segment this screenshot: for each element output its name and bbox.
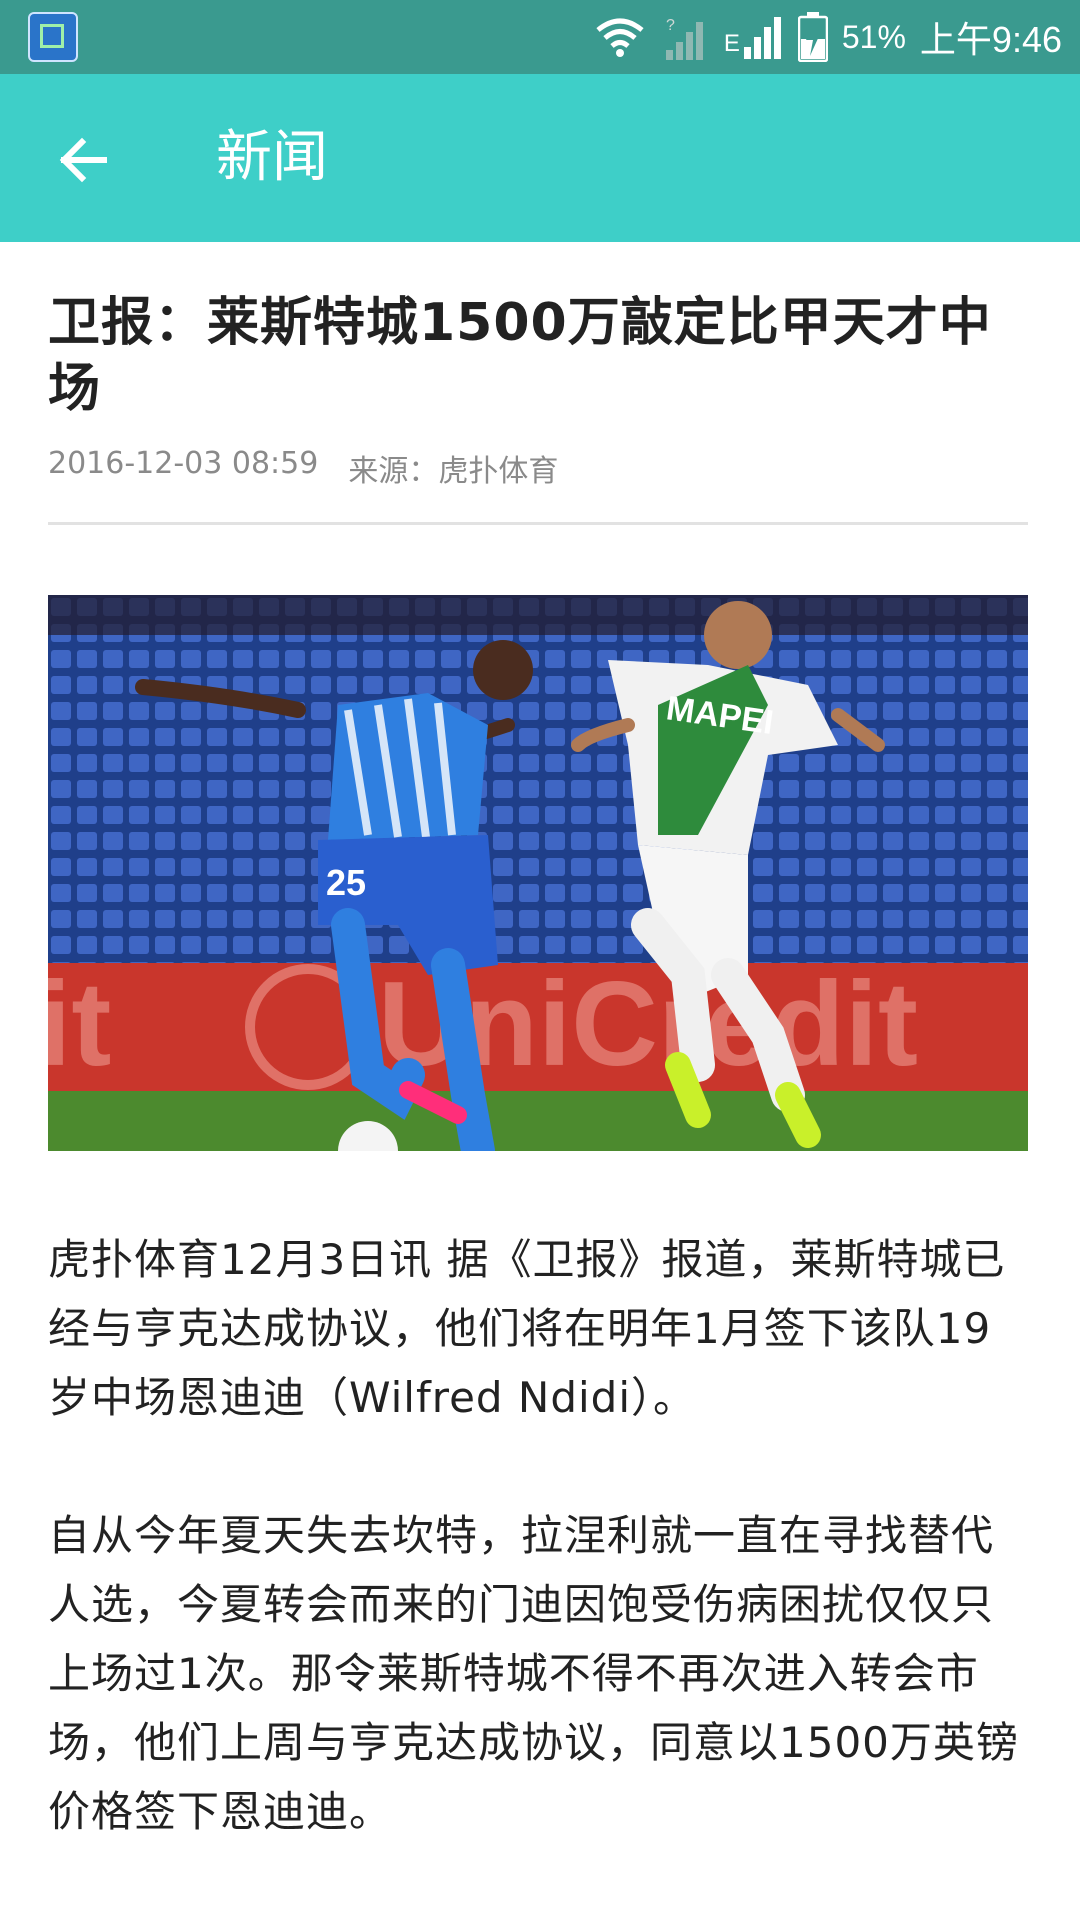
article-meta: 2016-12-03 08:59 来源：虎扑体育	[48, 446, 1028, 490]
signal-icon	[743, 17, 781, 59]
article-date: 2016-12-03 08:59	[48, 446, 319, 481]
status-bar: ? E 51% 上午9:46	[0, 0, 1080, 74]
battery-percent: 51%	[841, 18, 906, 55]
app-screenshot-icon	[28, 12, 78, 62]
wifi-icon	[596, 18, 644, 57]
network-type-label: E	[723, 30, 740, 57]
back-button[interactable]	[52, 128, 116, 192]
status-icons: ? E 51% 上午9:46	[594, 0, 1062, 74]
svg-text:25: 25	[326, 862, 366, 903]
article-paragraph: 自从今年夏天失去坎特，拉涅利就一直在寻找替代人选，今夏转会而来的门迪因饱受伤病困…	[48, 1511, 1019, 1836]
arrow-left-icon	[59, 137, 107, 183]
app-toolbar: 新闻	[0, 74, 1080, 242]
article: 卫报：莱斯特城1500万敲定比甲天才中场 2016-12-03 08:59 来源…	[48, 242, 1028, 1846]
svg-text:?: ?	[666, 17, 675, 34]
article-headline: 卫报：莱斯特城1500万敲定比甲天才中场	[48, 293, 992, 419]
svg-text:it: it	[48, 957, 111, 1091]
battery-charging-icon	[797, 12, 828, 62]
football-match-photo[interactable]: it UniCredit 25 MAPEI	[48, 595, 1028, 1151]
signal-icon: ?	[665, 17, 703, 60]
article-paragraph: 虎扑体育12月3日讯 据《卫报》报道，莱斯特城已经与亨克达成协议，他们将在明年1…	[48, 1235, 1006, 1422]
divider	[48, 522, 1028, 525]
article-source: 来源：虎扑体育	[348, 454, 559, 489]
clock: 上午9:46	[919, 19, 1062, 60]
page-title: 新闻	[216, 125, 328, 190]
